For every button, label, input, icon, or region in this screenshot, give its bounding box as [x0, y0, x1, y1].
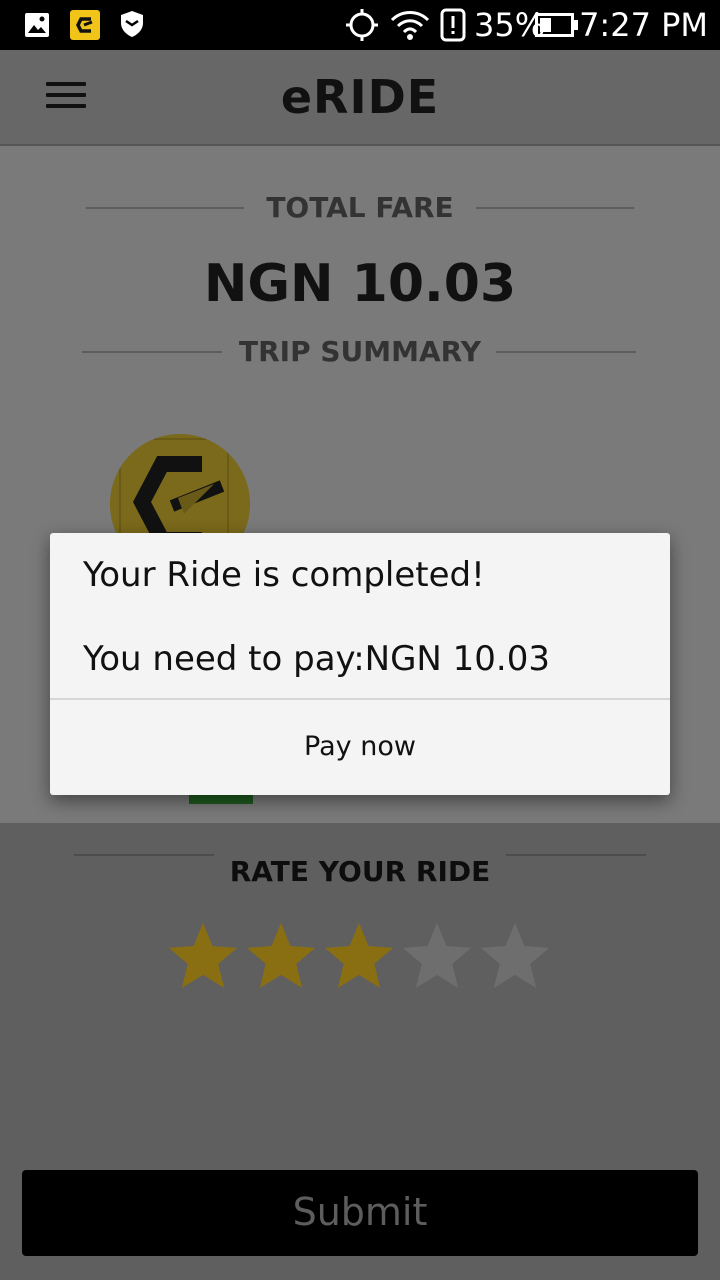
alert-icon: [440, 8, 466, 46]
shield-icon: [120, 10, 144, 42]
star-icon[interactable]: [398, 918, 476, 996]
submit-button[interactable]: Submit: [22, 1170, 698, 1256]
status-bar: 35% 7:27 PM: [0, 0, 720, 50]
total-fare-label: TOTAL FARE: [266, 191, 454, 224]
ride-completed-dialog: Your Ride is completed! You need to pay:…: [50, 533, 670, 795]
app-bar: eRIDE: [0, 50, 720, 146]
trip-summary-label: TRIP SUMMARY: [239, 335, 481, 368]
rating-stars[interactable]: [164, 918, 564, 998]
location-icon: [345, 8, 379, 46]
star-icon[interactable]: [320, 918, 398, 996]
pay-now-button[interactable]: Pay now: [50, 700, 670, 795]
star-icon[interactable]: [164, 918, 242, 996]
wifi-icon: [390, 8, 430, 46]
clock: 7:27 PM: [579, 6, 708, 44]
app-title: eRIDE: [280, 70, 440, 124]
image-icon: [24, 12, 50, 42]
rate-your-ride-label: RATE YOUR RIDE: [229, 855, 491, 888]
app-logo-icon: [70, 10, 100, 44]
battery-icon: [535, 13, 579, 41]
fare-amount: NGN 10.03: [203, 254, 517, 314]
star-icon[interactable]: [242, 918, 320, 996]
dialog-title: Your Ride is completed!: [83, 555, 485, 595]
dialog-message: You need to pay:NGN 10.03: [83, 639, 551, 679]
submit-label: Submit: [292, 1190, 428, 1234]
star-icon[interactable]: [476, 918, 554, 996]
pay-now-label: Pay now: [304, 731, 416, 762]
